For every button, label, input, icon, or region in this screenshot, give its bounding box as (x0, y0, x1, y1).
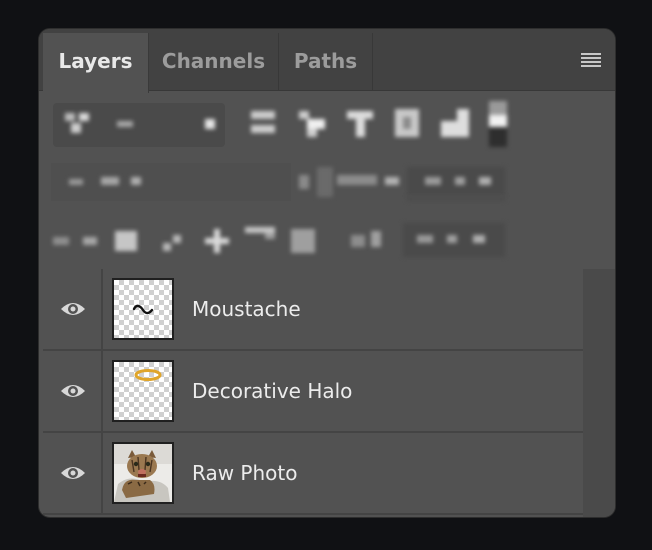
tab-channels[interactable]: Channels (149, 33, 279, 91)
opacity-field[interactable] (295, 163, 507, 201)
visibility-column (43, 433, 103, 513)
cat-photo-thumbnail (112, 442, 174, 504)
halo-thumbnail (112, 360, 174, 422)
lock-image-pixels-icon[interactable] (163, 231, 185, 251)
lock-controls (51, 221, 511, 265)
fill-field[interactable] (403, 223, 505, 257)
layer-name: Decorative Halo (192, 379, 353, 403)
layer-row-decorative-halo[interactable]: Decorative Halo (43, 351, 583, 433)
panel-tab-bar: Layers Channels Paths (39, 29, 615, 93)
filter-toggle-switch[interactable] (489, 101, 507, 147)
layers-list: Moustache Decorative Halo Raw Photo (43, 269, 583, 517)
eye-icon[interactable] (59, 381, 87, 401)
filter-type-layers-icon[interactable] (347, 111, 373, 137)
filter-kind-dropdown[interactable] (53, 103, 225, 147)
layer-row-raw-photo[interactable]: Raw Photo (43, 433, 583, 515)
filter-pixel-layers-icon[interactable] (251, 111, 275, 137)
layer-row-moustache[interactable]: Moustache (43, 269, 583, 351)
lock-transparent-pixels-icon[interactable] (115, 231, 137, 251)
layer-name: Raw Photo (192, 461, 298, 485)
tab-layers[interactable]: Layers (43, 33, 149, 93)
lock-position-icon[interactable] (205, 229, 229, 253)
hamburger-menu-icon[interactable] (581, 53, 601, 67)
layers-panel: Layers Channels Paths Moustache Decorati… (38, 28, 616, 518)
moustache-thumbnail (112, 278, 174, 340)
layer-name: Moustache (192, 297, 301, 321)
filter-shape-layers-icon[interactable] (395, 109, 419, 137)
filter-smart-objects-icon[interactable] (441, 109, 469, 137)
filter-adjustment-layers-icon[interactable] (299, 111, 325, 137)
visibility-column (43, 269, 103, 349)
tab-paths[interactable]: Paths (279, 33, 373, 91)
layers-scrollbar[interactable] (583, 269, 615, 517)
layer-controls-area (39, 91, 615, 269)
lock-artboard-icon[interactable] (245, 227, 275, 241)
lock-all-icon[interactable] (291, 229, 315, 253)
eye-icon[interactable] (59, 299, 87, 319)
eye-icon[interactable] (59, 463, 87, 483)
visibility-column (43, 351, 103, 431)
blend-mode-dropdown[interactable] (51, 163, 291, 201)
